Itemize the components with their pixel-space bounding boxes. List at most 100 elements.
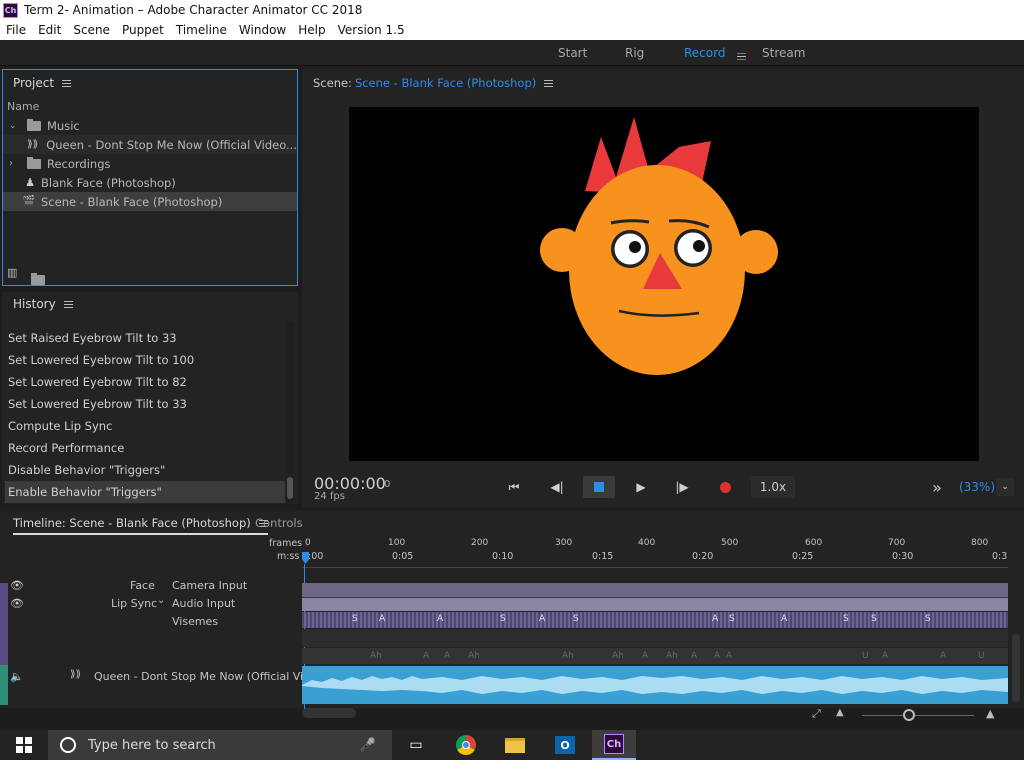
viseme-mark: A: [712, 614, 719, 624]
timeline-zoom-slider[interactable]: [862, 715, 974, 716]
chevron-down-icon[interactable]: ⌄: [157, 595, 165, 606]
left-pupil: [629, 241, 641, 253]
frame-tick: 0: [305, 538, 311, 548]
go-to-start-button[interactable]: ⏮: [505, 478, 523, 496]
speaker-icon[interactable]: 🔈: [10, 670, 24, 683]
timeline-vertical-scrollbar[interactable]: [1012, 634, 1020, 702]
zoom-level[interactable]: (33%): [959, 478, 995, 496]
frame-tick: 300: [555, 538, 573, 548]
time-tick: 0:15: [592, 551, 614, 562]
secondary-visemes-bar[interactable]: [302, 648, 1008, 664]
menu-window[interactable]: Window: [233, 23, 292, 37]
fit-to-view-icon[interactable]: ⤢: [812, 707, 821, 721]
menu-scene[interactable]: Scene: [67, 23, 116, 37]
character-animator-app-icon: Ch: [3, 2, 18, 18]
viseme-mark: U: [862, 651, 869, 661]
character-animator-taskbar-button[interactable]: Ch: [592, 730, 636, 760]
chrome-taskbar-button[interactable]: [450, 730, 482, 760]
workspace-rig[interactable]: Rig: [625, 46, 644, 60]
audio-waveform-clip[interactable]: [302, 666, 1008, 704]
menu-version[interactable]: Version 1.5: [332, 23, 411, 37]
skip-back-icon: ⏮: [508, 479, 520, 494]
time-tick: 0:25: [792, 551, 814, 562]
scene-stage[interactable]: [349, 107, 979, 461]
scene-menu-icon[interactable]: [544, 79, 554, 87]
timeline-horizontal-scrollbar[interactable]: [302, 708, 356, 718]
history-item[interactable]: Set Lowered Eyebrow Tilt to 100: [5, 349, 285, 371]
history-item-selected[interactable]: Enable Behavior "Triggers": [5, 481, 285, 503]
lip-sync-track-label: Lip Sync: [111, 597, 158, 610]
visemes-track-bar[interactable]: [302, 612, 1008, 628]
project-item-puppet[interactable]: ♟ Blank Face (Photoshop): [3, 173, 297, 192]
windows-start-button[interactable]: [0, 730, 48, 760]
viseme-mark: A: [423, 651, 430, 661]
zoom-in-icon[interactable]: ▲: [986, 707, 994, 720]
eye-icon[interactable]: 👁: [10, 579, 24, 591]
menu-bar: File Edit Scene Puppet Timeline Window H…: [0, 20, 1024, 40]
time-ruler[interactable]: 0 100 200 300 400 500 600 700 800 0:00 0…: [302, 536, 1008, 568]
timeline-tab[interactable]: Timeline: Scene - Blank Face (Photoshop): [13, 516, 268, 535]
visemes-label: Visemes: [172, 615, 219, 628]
step-back-button[interactable]: ◀|: [548, 478, 566, 496]
chevron-down-icon[interactable]: ⌄: [3, 121, 23, 131]
history-scrollbar[interactable]: [286, 322, 294, 502]
new-folder-icon[interactable]: [31, 270, 45, 289]
project-item-recordings[interactable]: › Recordings: [3, 154, 297, 173]
frame-tick: 700: [888, 538, 906, 548]
history-item[interactable]: Compute Lip Sync: [5, 415, 285, 437]
project-name-header: Name: [7, 100, 40, 113]
zoom-out-icon[interactable]: ▲: [836, 707, 844, 718]
menu-help[interactable]: Help: [292, 23, 331, 37]
microphone-icon[interactable]: 🎤: [360, 738, 376, 753]
project-menu-icon[interactable]: [62, 79, 72, 87]
menu-timeline[interactable]: Timeline: [170, 23, 233, 37]
more-options-icon[interactable]: »: [928, 478, 946, 497]
history-item[interactable]: Disable Behavior "Triggers": [5, 459, 285, 481]
zoom-dropdown[interactable]: ⌄: [996, 478, 1014, 496]
outlook-taskbar-button[interactable]: O: [549, 730, 581, 760]
history-menu-icon[interactable]: [63, 300, 73, 308]
frame-tick: 100: [388, 538, 406, 548]
viseme-mark: A: [379, 614, 386, 624]
workspace-record[interactable]: Record: [684, 46, 725, 60]
play-icon: ▶: [636, 480, 646, 494]
new-scene-icon[interactable]: ▥: [7, 266, 17, 279]
viseme-mark: A: [726, 651, 733, 661]
fps-label: 24 fps: [314, 491, 345, 502]
puppet-icon: ♟: [25, 176, 35, 189]
history-item[interactable]: Set Lowered Eyebrow Tilt to 33: [5, 393, 285, 415]
project-item-audio[interactable]: ⟫⟫ Queen - Dont Stop Me Now (Official Vi…: [3, 135, 297, 154]
audio-input-bar[interactable]: [302, 597, 1008, 611]
history-scroll-thumb[interactable]: [287, 477, 293, 499]
workspace-start[interactable]: Start: [558, 46, 587, 60]
history-item[interactable]: Set Lowered Eyebrow Tilt to 82: [5, 371, 285, 393]
play-button[interactable]: ▶: [632, 478, 650, 496]
frame-tick: 600: [805, 538, 823, 548]
file-explorer-taskbar-button[interactable]: [499, 730, 531, 760]
taskbar-search-box[interactable]: Type here to search 🎤: [48, 730, 392, 760]
chevron-right-icon[interactable]: ›: [3, 158, 23, 169]
menu-edit[interactable]: Edit: [32, 23, 67, 37]
menu-puppet[interactable]: Puppet: [116, 23, 170, 37]
viseme-mark: A: [539, 614, 546, 624]
menu-file[interactable]: File: [0, 23, 32, 37]
project-item-music[interactable]: ⌄ Music: [3, 116, 297, 135]
viseme-mark: Ah: [562, 651, 574, 661]
controls-tab[interactable]: Controls: [255, 516, 303, 530]
history-item[interactable]: Record Performance: [5, 437, 285, 459]
step-forward-button[interactable]: |▶: [673, 478, 691, 496]
project-item-scene[interactable]: 🎬 Scene - Blank Face (Photoshop): [3, 192, 297, 211]
history-item[interactable]: Set Raised Eyebrow Tilt to 33: [5, 327, 285, 349]
right-pupil: [693, 240, 705, 252]
viseme-mark: A: [691, 651, 698, 661]
stop-button[interactable]: [583, 476, 615, 498]
workspace-stream[interactable]: Stream: [762, 46, 805, 60]
task-view-icon[interactable]: ▭: [400, 730, 432, 760]
camera-input-bar[interactable]: [302, 583, 1008, 597]
workspace-menu-icon[interactable]: [729, 49, 746, 63]
search-placeholder[interactable]: Type here to search: [88, 738, 216, 753]
record-button[interactable]: [716, 478, 734, 496]
playback-speed-button[interactable]: 1.0x: [751, 476, 795, 498]
timeline-zoom-thumb[interactable]: [903, 709, 915, 721]
eye-icon[interactable]: 👁: [10, 597, 24, 610]
